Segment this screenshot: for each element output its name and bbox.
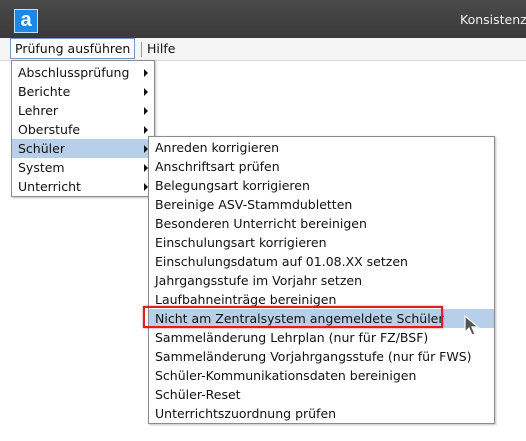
menu-bar: Prüfung ausführen Hilfe <box>0 38 526 61</box>
menu-item-system[interactable]: System <box>12 158 154 177</box>
menu-item-abschlusspruefung[interactable]: Abschlussprüfung <box>12 63 154 82</box>
submenu-arrow-icon <box>144 69 148 77</box>
menu-item-label: Lehrer <box>18 103 59 118</box>
submenu-item-kommunikationsdaten[interactable]: Schüler-Kommunikationsdaten bereinigen <box>149 366 494 385</box>
submenu-item-sammelaenderung-lehrplan[interactable]: Sammeländerung Lehrplan (nur für FZ/BSF) <box>149 328 494 347</box>
submenu-item-anschriftsart-pruefen[interactable]: Anschriftsart prüfen <box>149 157 494 176</box>
submenu-arrow-icon <box>144 88 148 96</box>
window-title: Konsistenz <box>460 12 526 27</box>
submenu-item-anreden-korrigieren[interactable]: Anreden korrigieren <box>149 138 494 157</box>
menu-item-schueler[interactable]: Schüler <box>12 139 154 158</box>
menu-item-berichte[interactable]: Berichte <box>12 82 154 101</box>
app-logo-icon: a <box>14 9 38 33</box>
submenu-item-einschulungsdatum[interactable]: Einschulungsdatum auf 01.08.XX setzen <box>149 252 494 271</box>
menu-item-label: Berichte <box>18 84 71 99</box>
submenu-item-nicht-am-zentralsystem[interactable]: Nicht am Zentralsystem angemeldete Schül… <box>143 306 494 328</box>
menu-item-lehrer[interactable]: Lehrer <box>12 101 154 120</box>
menu-hilfe[interactable]: Hilfe <box>143 39 179 58</box>
menu-item-unterricht[interactable]: Unterricht <box>12 177 154 196</box>
main-dropdown-menu: Abschlussprüfung Berichte Lehrer Oberstu… <box>11 60 155 197</box>
submenu-item-belegungsart-korrigieren[interactable]: Belegungsart korrigieren <box>149 176 494 195</box>
submenu-item-jahrgangsstufe-vorjahr[interactable]: Jahrgangsstufe im Vorjahr setzen <box>149 271 494 290</box>
menu-item-oberstufe[interactable]: Oberstufe <box>12 120 154 139</box>
menu-item-label: Nicht am Zentralsystem angemeldete Schül… <box>155 311 444 326</box>
submenu-item-sammelaenderung-vorjahrgangsstufe[interactable]: Sammeländerung Vorjahrgangsstufe (nur fü… <box>149 347 494 366</box>
mouse-pointer-icon <box>464 315 480 336</box>
menu-item-label: Schüler <box>18 141 65 156</box>
schueler-submenu: Anreden korrigieren Anschriftsart prüfen… <box>143 136 495 424</box>
menu-item-label: Unterricht <box>18 179 81 194</box>
title-bar: a Konsistenz <box>0 0 526 38</box>
menu-item-label: Abschlussprüfung <box>18 65 130 80</box>
submenu-item-schueler-reset[interactable]: Schüler-Reset <box>149 385 494 404</box>
menu-pruefung-ausfuehren[interactable]: Prüfung ausführen <box>10 38 136 59</box>
submenu-item-besonderen-unterricht[interactable]: Besonderen Unterricht bereinigen <box>149 214 494 233</box>
menu-item-label: Oberstufe <box>18 122 81 137</box>
submenu-item-unterrichtszuordnung[interactable]: Unterrichtszuordnung prüfen <box>149 404 494 423</box>
submenu-arrow-icon <box>144 107 148 115</box>
menu-item-label: System <box>18 160 65 175</box>
submenu-arrow-icon <box>144 126 148 134</box>
menu-divider <box>141 42 142 57</box>
submenu-item-asv-stammdubletten[interactable]: Bereinige ASV-Stammdubletten <box>149 195 494 214</box>
submenu-item-einschulungsart[interactable]: Einschulungsart korrigieren <box>149 233 494 252</box>
submenu-item-laufbahneintraege[interactable]: Laufbahneinträge bereinigen <box>149 290 494 309</box>
